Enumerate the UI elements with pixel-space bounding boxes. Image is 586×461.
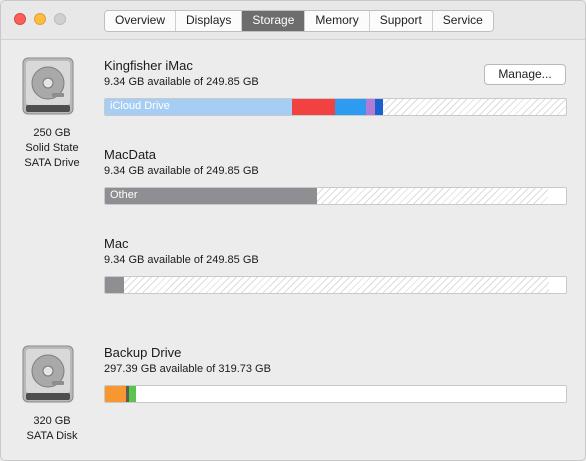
storage-segment-icloud-drive: iCloud Drive (105, 99, 292, 115)
tab-memory[interactable]: Memory (305, 11, 370, 31)
disk-2-caption: 320 GB SATA Disk (7, 414, 97, 444)
close-window-button[interactable] (14, 13, 26, 25)
tab-displays[interactable]: Displays (176, 11, 243, 31)
disk-2-type: SATA Disk (26, 430, 78, 442)
storage-bar: Other (104, 187, 567, 205)
tab-overview[interactable]: Overview (105, 11, 177, 31)
segment-label: iCloud Drive (110, 100, 170, 112)
titlebar: Overview Displays Storage Memory Support… (1, 1, 585, 40)
tab-support[interactable]: Support (369, 11, 433, 31)
volume-available: 9.34 GB available of 249.85 GB (104, 165, 259, 177)
storage-segment-purgeable (124, 277, 549, 293)
storage-segment-other (105, 277, 124, 293)
storage-segment-green (129, 386, 136, 402)
volume-name: Mac (104, 236, 129, 251)
storage-segment-blue (335, 99, 366, 115)
volume-available: 9.34 GB available of 249.85 GB (104, 254, 259, 266)
hard-drive-icon (22, 345, 74, 403)
hard-drive-icon (22, 57, 74, 115)
volume-available: 297.39 GB available of 319.73 GB (104, 363, 271, 375)
storage-bar (104, 276, 567, 294)
volume-name: Backup Drive (104, 345, 182, 360)
volume-name: MacData (104, 147, 157, 162)
volume-name: Kingfisher iMac (104, 58, 193, 73)
manage-button[interactable]: Manage... (484, 64, 566, 85)
storage-segment-purple (366, 99, 375, 115)
disk-1-type: Solid State (25, 142, 79, 154)
storage-segment-purgeable (383, 99, 566, 115)
storage-segment-purgeable (317, 188, 548, 204)
storage-segment-other: Other (105, 188, 317, 204)
tab-bar: Overview Displays Storage Memory Support… (104, 10, 494, 32)
segment-label: Other (110, 189, 138, 201)
zoom-window-button[interactable] (54, 13, 66, 25)
tab-service[interactable]: Service (432, 11, 493, 31)
storage-segment-orange (105, 386, 126, 402)
storage-bar (104, 385, 567, 403)
disk-1-capacity: 250 GB (33, 127, 71, 139)
disk-1-caption: 250 GB Solid State SATA Drive (7, 126, 97, 171)
disk-2-capacity: 320 GB (33, 415, 71, 427)
storage-bar: iCloud Drive (104, 98, 567, 116)
storage-segment-red (292, 99, 335, 115)
tab-storage[interactable]: Storage (242, 11, 306, 31)
system-info-window: Overview Displays Storage Memory Support… (0, 0, 586, 461)
minimize-window-button[interactable] (34, 13, 46, 25)
disk-1-interface: SATA Drive (24, 157, 80, 169)
volume-available: 9.34 GB available of 249.85 GB (104, 76, 259, 88)
storage-segment-dark-blue (375, 99, 383, 115)
